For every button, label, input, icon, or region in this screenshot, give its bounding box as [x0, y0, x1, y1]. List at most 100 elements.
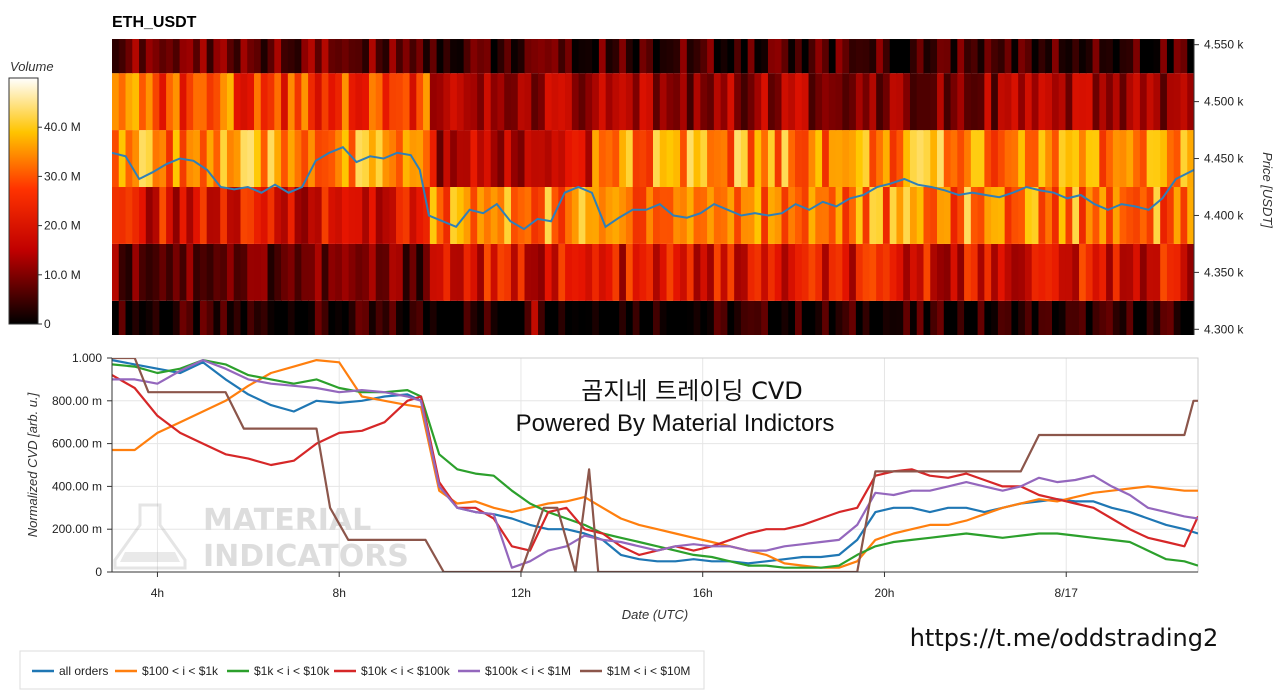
heatmap-cell: [673, 73, 681, 131]
heatmap-cell: [517, 300, 526, 335]
heatmap-cell: [571, 187, 580, 244]
heatmap-cell: [740, 130, 749, 187]
heatmap-cell: [835, 39, 844, 74]
heatmap-cell: [625, 243, 634, 301]
heatmap-cell: [855, 300, 864, 335]
heatmap-cell: [362, 300, 370, 335]
heatmap-cell: [720, 73, 729, 131]
heatmap-cell: [1085, 187, 1094, 244]
heatmap-cell: [1112, 243, 1121, 301]
heatmap-cell: [1011, 243, 1019, 301]
heatmap-cell: [700, 73, 708, 131]
heatmap-cell: [578, 73, 587, 131]
heatmap-cell: [646, 187, 654, 244]
heatmap-cell: [416, 243, 424, 301]
heatmap-cell: [517, 243, 526, 301]
heatmap-cell: [483, 130, 492, 187]
heatmap-cell: [740, 300, 749, 335]
heatmap-cell: [991, 73, 999, 131]
heatmap-cell: [964, 73, 972, 131]
heatmap-cell: [828, 300, 837, 335]
heatmap-cell: [314, 187, 323, 244]
heatmap-cell: [159, 187, 167, 244]
heatmap-cell: [842, 187, 850, 244]
heatmap-title: ETH_USDT: [112, 14, 197, 31]
heatmap-cell: [172, 187, 181, 244]
heatmap-cell: [795, 187, 803, 244]
heatmap-cell: [801, 73, 810, 131]
heatmap-cell: [206, 300, 215, 335]
heatmap-cell: [882, 73, 891, 131]
heatmap-cell: [781, 73, 790, 131]
heatmap-cell: [1173, 300, 1182, 335]
heatmap-cell: [653, 73, 661, 131]
heatmap-cell: [659, 187, 668, 244]
heatmap-cell: [193, 300, 201, 335]
heatmap-cell: [558, 39, 566, 74]
heatmap-cell: [808, 130, 817, 187]
heatmap-cell: [1160, 39, 1168, 74]
heatmap-cell: [889, 73, 898, 131]
heatmap-cell: [436, 243, 445, 301]
heatmap-cell: [815, 300, 823, 335]
heatmap-cell: [1146, 39, 1155, 74]
heatmap-cell: [571, 73, 580, 131]
heatmap-cell: [186, 243, 194, 301]
heatmap-cell: [855, 243, 864, 301]
heatmap-cell: [348, 187, 357, 244]
heatmap-cell: [1160, 130, 1168, 187]
heatmap-cell: [1133, 300, 1141, 335]
cvd-y-tick-label: 0: [95, 565, 102, 579]
heatmap-cell: [490, 39, 499, 74]
heatmap-cell: [571, 130, 580, 187]
heatmap-cell: [558, 73, 566, 131]
heatmap-cell: [1180, 39, 1189, 74]
heatmap-cell: [436, 130, 445, 187]
heatmap-cell: [923, 243, 932, 301]
heatmap-cell: [1045, 243, 1053, 301]
heatmap-cell: [375, 187, 384, 244]
heatmap-cell: [355, 187, 364, 244]
heatmap-cell: [639, 39, 648, 74]
heatmap-cell: [206, 243, 215, 301]
heatmap-cell: [1058, 130, 1067, 187]
heatmap-cell: [747, 187, 756, 244]
heatmap-cell: [436, 73, 445, 131]
heatmap-cell: [450, 130, 458, 187]
heatmap-cell: [274, 300, 282, 335]
heatmap-cell: [199, 300, 208, 335]
heatmap-cell: [186, 300, 194, 335]
heatmap-cell: [443, 130, 451, 187]
heatmap-cell: [112, 300, 120, 335]
heatmap-cell: [761, 243, 769, 301]
heatmap-cell: [544, 73, 553, 131]
heatmap-cell: [1085, 73, 1094, 131]
heatmap-cell: [490, 300, 499, 335]
heatmap-cell: [314, 39, 323, 74]
telegram-link[interactable]: https://t.me/oddstrading2: [910, 624, 1219, 652]
heatmap-cell: [355, 73, 364, 131]
heatmap-cell: [213, 187, 221, 244]
heatmap-cell: [1126, 300, 1134, 335]
heatmap-cell: [152, 73, 161, 131]
heatmap-cell: [707, 187, 715, 244]
legend-label: $100k < i < $1M: [485, 664, 571, 678]
heatmap-cell: [314, 243, 323, 301]
heatmap-cell: [957, 243, 965, 301]
heatmap-y-axis-title: Price [USDT]: [1260, 152, 1275, 228]
heatmap-cell: [659, 130, 668, 187]
heatmap-cell: [808, 39, 817, 74]
heatmap-cell: [666, 130, 675, 187]
heatmap-cell: [625, 39, 634, 74]
heatmap-cell: [632, 130, 641, 187]
heatmap-cell: [565, 130, 573, 187]
heatmap-cell: [937, 187, 945, 244]
heatmap-cell: [862, 130, 871, 187]
heatmap-cell: [321, 39, 330, 74]
heatmap-cell: [341, 39, 350, 74]
heatmap-cell: [409, 39, 418, 74]
heatmap-cell: [328, 300, 336, 335]
heatmap-cell: [402, 300, 411, 335]
heatmap-cell: [294, 130, 303, 187]
heatmap-cell: [700, 130, 708, 187]
